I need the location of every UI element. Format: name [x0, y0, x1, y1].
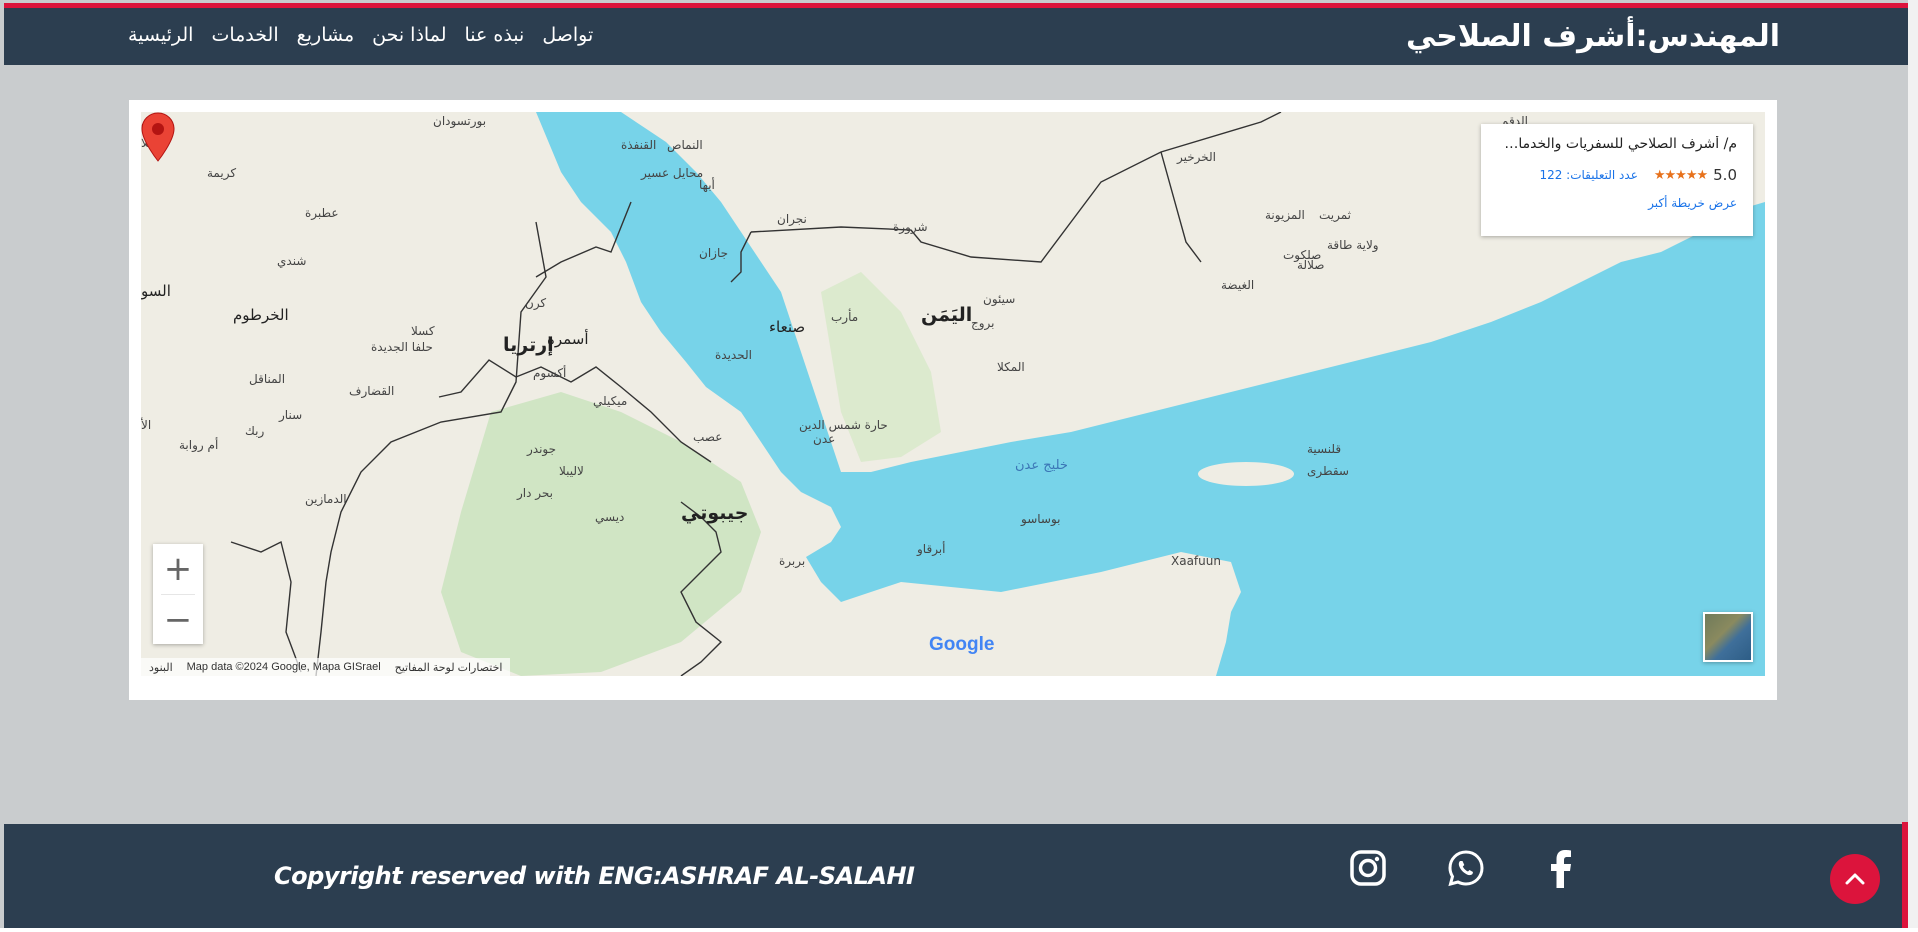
map-label-sudan: السو — [141, 282, 171, 300]
map-label-edge: الأ — [141, 418, 152, 432]
map-label-erigavo: أبرقاو — [917, 542, 946, 556]
map-label-taqah: ولاية طاقة — [1327, 238, 1379, 252]
map-label-shams-al-din: حارة شمس الدين — [799, 418, 888, 432]
map-label-seiyun: سيئون — [983, 292, 1016, 306]
island-socotra — [1198, 462, 1294, 486]
map-label-sennar: سنار — [279, 408, 303, 422]
map-data-text: Map data ©2024 Google, Mapa GISrael — [186, 661, 381, 673]
footer: Copyright reserved with ENG:ASHRAF AL-SA… — [4, 824, 1908, 928]
map-section: اليَمَن إرتريا جيبوتي صنعاء أسمرة الخرطو… — [129, 100, 1777, 700]
window-bottom-edge — [0, 928, 1918, 932]
map-label-abha: أبها — [699, 178, 715, 192]
map-label-dessie: ديسي — [595, 510, 625, 524]
map-label-keren: كرن — [525, 296, 547, 310]
site-brand[interactable]: المهندس:أشرف الصلاحي — [1406, 19, 1780, 54]
map-label-khartoum: الخرطوم — [233, 306, 289, 324]
map-label-xaafuun: Xaafuun — [1171, 554, 1221, 568]
zoom-controls: + − — [153, 544, 203, 644]
map-label-hodeidah: الحديدة — [715, 348, 752, 362]
zoom-out-button[interactable]: − — [153, 595, 203, 645]
view-larger-map-link[interactable]: عرض خريطة أكبر — [1497, 196, 1737, 210]
map-label-burum: بروج — [971, 316, 995, 330]
nav-contact[interactable]: تواصل — [542, 24, 593, 46]
zoom-in-button[interactable]: + — [153, 544, 203, 594]
map-label-rabak: ربك — [245, 424, 265, 438]
map-label-karima: كريمة — [207, 166, 237, 180]
map-label-najran: نجران — [777, 212, 807, 226]
map-label-managil: المناقل — [249, 372, 286, 386]
map-label-muhayil: محايل عسير — [641, 166, 704, 180]
map-marker-icon[interactable] — [141, 112, 175, 162]
map-label-gondar: جوندر — [527, 442, 557, 456]
chevron-up-icon — [1845, 873, 1865, 885]
map-label-aden: عدن — [813, 432, 836, 446]
land-somalia — [831, 552, 1241, 676]
map-label-damazin: الدمازين — [305, 492, 347, 506]
map-label-atbara: عطبرة — [305, 206, 339, 220]
map-label-gulf-of-aden: خليج عدن — [1015, 458, 1068, 473]
place-info-card: م/ أشرف الصلاحي للسفريات والخدمات ا... 5… — [1481, 124, 1753, 236]
map-label-sharurah: شرورة — [893, 220, 928, 234]
google-logo-text: Google — [929, 634, 995, 655]
map-label-ghaydah: الغيضة — [1221, 278, 1255, 292]
scroll-to-top-button[interactable] — [1830, 854, 1880, 904]
google-map[interactable]: اليَمَن إرتريا جيبوتي صنعاء أسمرة الخرطو… — [141, 112, 1765, 676]
google-logo: Google — [929, 634, 994, 656]
map-label-sanaa: صنعاء — [769, 318, 806, 336]
rating-value: 5.0 — [1713, 166, 1737, 184]
nav-why-us[interactable]: لماذا نحن — [372, 24, 446, 46]
place-rating-row: 5.0 ★★★★★ عدد التعليقات: 122 — [1497, 166, 1737, 184]
whatsapp-icon[interactable] — [1446, 848, 1486, 888]
map-label-bahir-dar: بحر دار — [517, 486, 553, 500]
map-label-djibouti: جيبوتي — [681, 502, 749, 524]
map-label-port-sudan: بورتسودان — [433, 114, 487, 128]
map-label-assab: عصب — [693, 430, 723, 444]
nav-about[interactable]: نبذه عنا — [464, 24, 524, 46]
map-label-thumrait: ثمريت — [1319, 208, 1352, 222]
map-label-axum: أكسوم — [533, 366, 567, 380]
map-label-bosaso: بوساسو — [1021, 512, 1061, 526]
map-label-asmara: أسمرة — [547, 330, 589, 348]
nav-projects[interactable]: مشاريع — [297, 24, 355, 46]
place-name[interactable]: م/ أشرف الصلاحي للسفريات والخدمات ا... — [1497, 136, 1737, 152]
nav-services[interactable]: الخدمات — [211, 24, 278, 46]
copyright-text: Copyright reserved with ENG:ASHRAF AL-SA… — [274, 862, 915, 890]
map-label-kassala: كسلا — [411, 324, 435, 338]
map-label-umm-ruwaba: أم روابة — [179, 438, 219, 452]
map-label-mekelle: ميكيلي — [593, 394, 628, 408]
map-label-yemen: اليَمَن — [921, 304, 973, 326]
map-label-kharkhir: الخرخير — [1177, 150, 1217, 164]
map-label-qunfudhah: القنفذة — [621, 138, 657, 152]
map-label-shendi: شندي — [277, 254, 307, 268]
star-rating-icon: ★★★★★ — [1653, 167, 1708, 183]
map-label-qalansiyah: قلنسية — [1307, 442, 1342, 456]
map-label-lalibela: لاليبلا — [559, 464, 584, 478]
instagram-icon[interactable] — [1348, 848, 1388, 888]
nav-home[interactable]: الرئيسية — [128, 24, 193, 46]
map-attribution: البنود Map data ©2024 Google, Mapa GISra… — [141, 658, 511, 676]
map-label-jizan: جازان — [699, 246, 729, 260]
map-label-mukalla: المكلا — [997, 360, 1025, 374]
border-line — [730, 231, 752, 283]
map-label-namas: النماص — [667, 138, 703, 152]
main-nav: الرئيسية الخدمات مشاريع لماذا نحن نبذه ع… — [128, 24, 593, 46]
map-label-gedaref: القضارف — [349, 384, 395, 398]
map-label-mazyunah: المزيونة — [1265, 208, 1305, 222]
terms-link[interactable]: البنود — [149, 661, 173, 674]
facebook-icon[interactable] — [1541, 848, 1581, 888]
map-label-salkut: صلكوت — [1283, 248, 1322, 262]
navbar: المهندس:أشرف الصلاحي الرئيسية الخدمات مش… — [4, 8, 1908, 65]
map-label-socotra: سقطرى — [1307, 464, 1349, 478]
satellite-toggle-button[interactable] — [1703, 612, 1753, 662]
map-label-new-halfa: حلفا الجديدة — [371, 340, 433, 354]
map-label-marib: مأرب — [831, 310, 859, 324]
window-scrollbar[interactable] — [1908, 0, 1918, 932]
map-label-berbera: بربرة — [779, 554, 806, 568]
reviews-link[interactable]: عدد التعليقات: 122 — [1539, 168, 1637, 182]
keyboard-shortcuts-link[interactable]: اختصارات لوحة المفاتيح — [395, 661, 503, 674]
